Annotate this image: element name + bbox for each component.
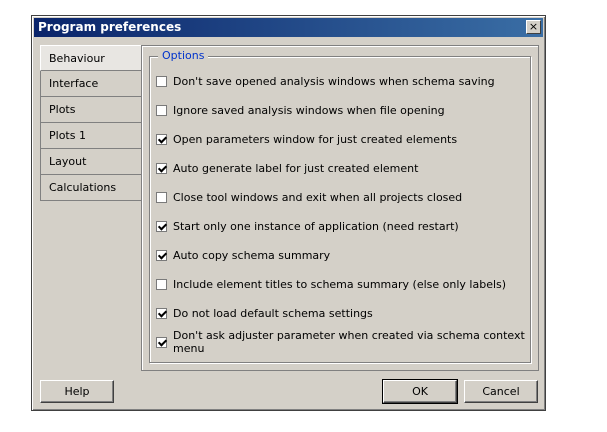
- cancel-button[interactable]: Cancel: [464, 380, 538, 403]
- help-button[interactable]: Help: [40, 380, 114, 403]
- option-close-tool-windows[interactable]: Close tool windows and exit when all pro…: [156, 189, 462, 205]
- option-label: Include element titles to schema summary…: [173, 277, 507, 291]
- ok-button[interactable]: OK: [382, 379, 458, 404]
- title-bar[interactable]: Program preferences ×: [34, 18, 543, 37]
- options-group: Options Don't save opened analysis windo…: [149, 49, 531, 363]
- tab-plots-1[interactable]: Plots 1: [40, 123, 141, 149]
- option-auto-generate-label[interactable]: Auto generate label for just created ele…: [156, 160, 418, 176]
- options-legend: Options: [158, 49, 209, 62]
- dialog-title: Program preferences: [38, 20, 182, 34]
- tab-plots[interactable]: Plots: [40, 97, 141, 123]
- option-ignore-saved-analysis-windows[interactable]: Ignore saved analysis windows when file …: [156, 102, 445, 118]
- checkbox[interactable]: [156, 249, 167, 261]
- checkbox[interactable]: [156, 133, 167, 145]
- checkbox[interactable]: [156, 191, 167, 203]
- option-label: Ignore saved analysis windows when file …: [173, 103, 445, 117]
- preferences-dialog: Program preferences × Behaviour Interfac…: [31, 15, 546, 411]
- tab-calculations[interactable]: Calculations: [40, 175, 141, 201]
- option-label: Auto generate label for just created ele…: [173, 161, 419, 175]
- checkbox[interactable]: [156, 278, 167, 290]
- option-label: Open parameters window for just created …: [173, 132, 458, 146]
- checkbox[interactable]: [156, 307, 167, 319]
- checkbox[interactable]: [156, 220, 167, 232]
- option-label: Start only one instance of application (…: [173, 219, 459, 233]
- tab-layout[interactable]: Layout: [40, 149, 141, 175]
- close-button[interactable]: ×: [526, 20, 541, 34]
- option-dont-save-analysis-windows[interactable]: Don't save opened analysis windows when …: [156, 73, 495, 89]
- tab-interface[interactable]: Interface: [40, 71, 141, 97]
- option-label: Do not load default schema settings: [173, 306, 373, 320]
- category-tab-list: Behaviour Interface Plots Plots 1 Layout…: [40, 45, 141, 201]
- checkbox[interactable]: [156, 75, 167, 87]
- behaviour-panel: Options Don't save opened analysis windo…: [141, 45, 539, 371]
- option-label: Auto copy schema summary: [173, 248, 331, 262]
- option-label: Don't save opened analysis windows when …: [173, 74, 495, 88]
- checkbox[interactable]: [156, 104, 167, 116]
- option-auto-copy-summary[interactable]: Auto copy schema summary: [156, 247, 330, 263]
- option-include-element-titles[interactable]: Include element titles to schema summary…: [156, 276, 506, 292]
- option-no-default-schema-settings[interactable]: Do not load default schema settings: [156, 305, 373, 321]
- option-label: Don't ask adjuster parameter when create…: [173, 329, 525, 355]
- option-label: Close tool windows and exit when all pro…: [173, 190, 463, 204]
- option-single-instance[interactable]: Start only one instance of application (…: [156, 218, 459, 234]
- option-open-parameters-window[interactable]: Open parameters window for just created …: [156, 131, 457, 147]
- tab-behaviour[interactable]: Behaviour: [40, 45, 141, 71]
- checkbox[interactable]: [156, 336, 167, 348]
- checkbox[interactable]: [156, 162, 167, 174]
- option-dont-ask-adjuster-parameter[interactable]: Don't ask adjuster parameter when create…: [156, 329, 530, 355]
